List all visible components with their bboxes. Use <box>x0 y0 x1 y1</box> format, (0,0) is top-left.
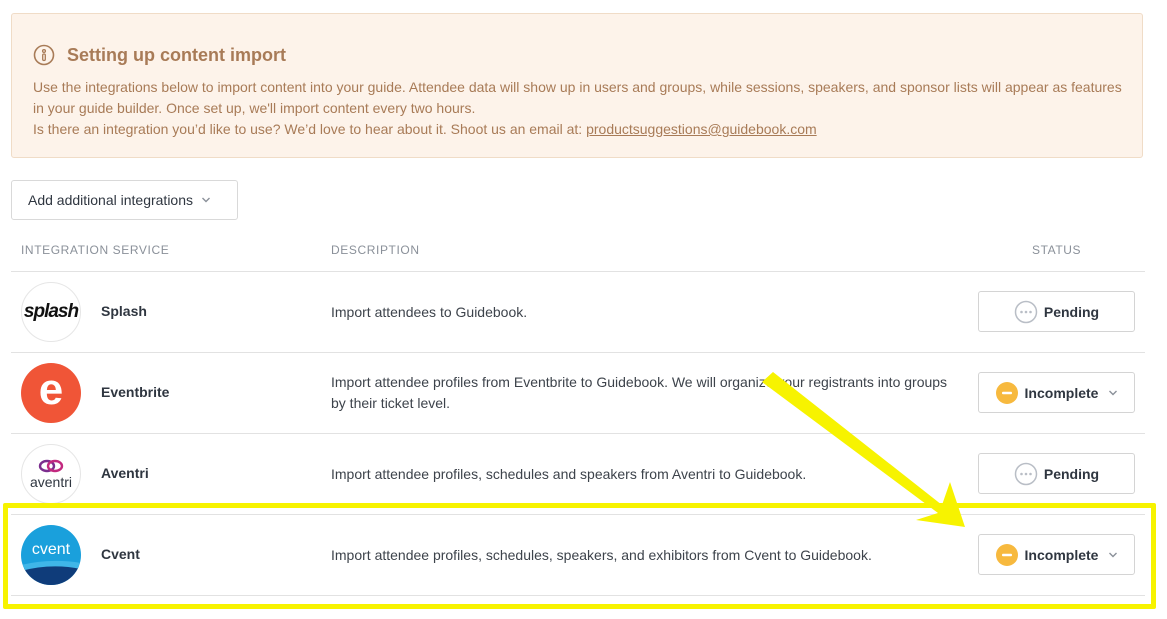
incomplete-icon <box>995 381 1018 404</box>
integration-name: Splash <box>101 303 147 319</box>
aventri-logo-text: aventri <box>29 473 73 490</box>
info-banner: Setting up content import Use the integr… <box>11 13 1143 158</box>
pending-icon <box>1014 462 1038 485</box>
integration-description: Import attendee profiles, schedules and … <box>331 466 807 482</box>
integration-name: Aventri <box>101 465 149 481</box>
pending-icon <box>1014 300 1038 323</box>
integration-name: Cvent <box>101 546 140 562</box>
integration-description: Import attendee profiles, schedules, spe… <box>331 547 872 563</box>
integration-description: Import attendee profiles from Eventbrite… <box>331 374 948 411</box>
email-link[interactable]: productsuggestions@guidebook.com <box>586 121 817 137</box>
aventri-logo: aventri <box>21 444 81 504</box>
add-integrations-label: Add additional integrations <box>28 192 194 208</box>
aventri-mark-icon <box>38 459 64 472</box>
banner-email-prefix: Is there an integration you’d like to us… <box>33 121 587 137</box>
banner-title: Setting up content import <box>67 44 286 65</box>
status-button-pending[interactable]: Pending <box>978 291 1135 332</box>
header-status: STATUS <box>1032 243 1082 257</box>
table-row-aventri: aventri Aventri Import attendee profiles… <box>11 434 1145 514</box>
status-label: Incomplete <box>1024 546 1099 563</box>
divider <box>11 595 1145 596</box>
status-label: Pending <box>1043 465 1100 482</box>
banner-email-line: Is there an integration you’d like to us… <box>33 119 1133 140</box>
status-dropdown-incomplete[interactable]: Incomplete <box>978 534 1135 575</box>
splash-logo-text: splash <box>23 301 79 322</box>
cvent-logo-text: cvent <box>31 541 71 558</box>
cvent-logo: cvent <box>21 525 81 585</box>
add-integrations-dropdown[interactable]: Add additional integrations <box>11 180 238 220</box>
integration-description: Import attendees to Guidebook. <box>331 304 528 320</box>
integration-name: Eventbrite <box>101 384 170 400</box>
incomplete-icon <box>995 543 1018 566</box>
status-label: Pending <box>1043 303 1100 320</box>
table-row-cvent: cvent Cvent Import attendee profiles, sc… <box>11 515 1145 595</box>
banner-header: Setting up content import <box>33 44 286 66</box>
table-row-eventbrite: e Eventbrite Import attendee profiles fr… <box>11 353 1145 433</box>
banner-description: Use the integrations below to import con… <box>33 79 1122 116</box>
chevron-down-icon <box>202 197 211 203</box>
chevron-down-icon <box>1109 390 1118 395</box>
info-icon <box>33 44 55 66</box>
header-integration-service: INTEGRATION SERVICE <box>21 243 170 257</box>
table-row-splash: splash Splash Import attendees to Guideb… <box>11 272 1145 352</box>
eventbrite-logo-text: e <box>38 365 64 414</box>
header-description: DESCRIPTION <box>331 243 420 257</box>
status-button-pending[interactable]: Pending <box>978 453 1135 494</box>
eventbrite-logo: e <box>21 363 81 423</box>
banner-body: Use the integrations below to import con… <box>33 77 1133 140</box>
status-label: Incomplete <box>1024 384 1099 401</box>
status-dropdown-incomplete[interactable]: Incomplete <box>978 372 1135 413</box>
chevron-down-icon <box>1109 552 1118 557</box>
splash-logo: splash <box>21 282 81 342</box>
